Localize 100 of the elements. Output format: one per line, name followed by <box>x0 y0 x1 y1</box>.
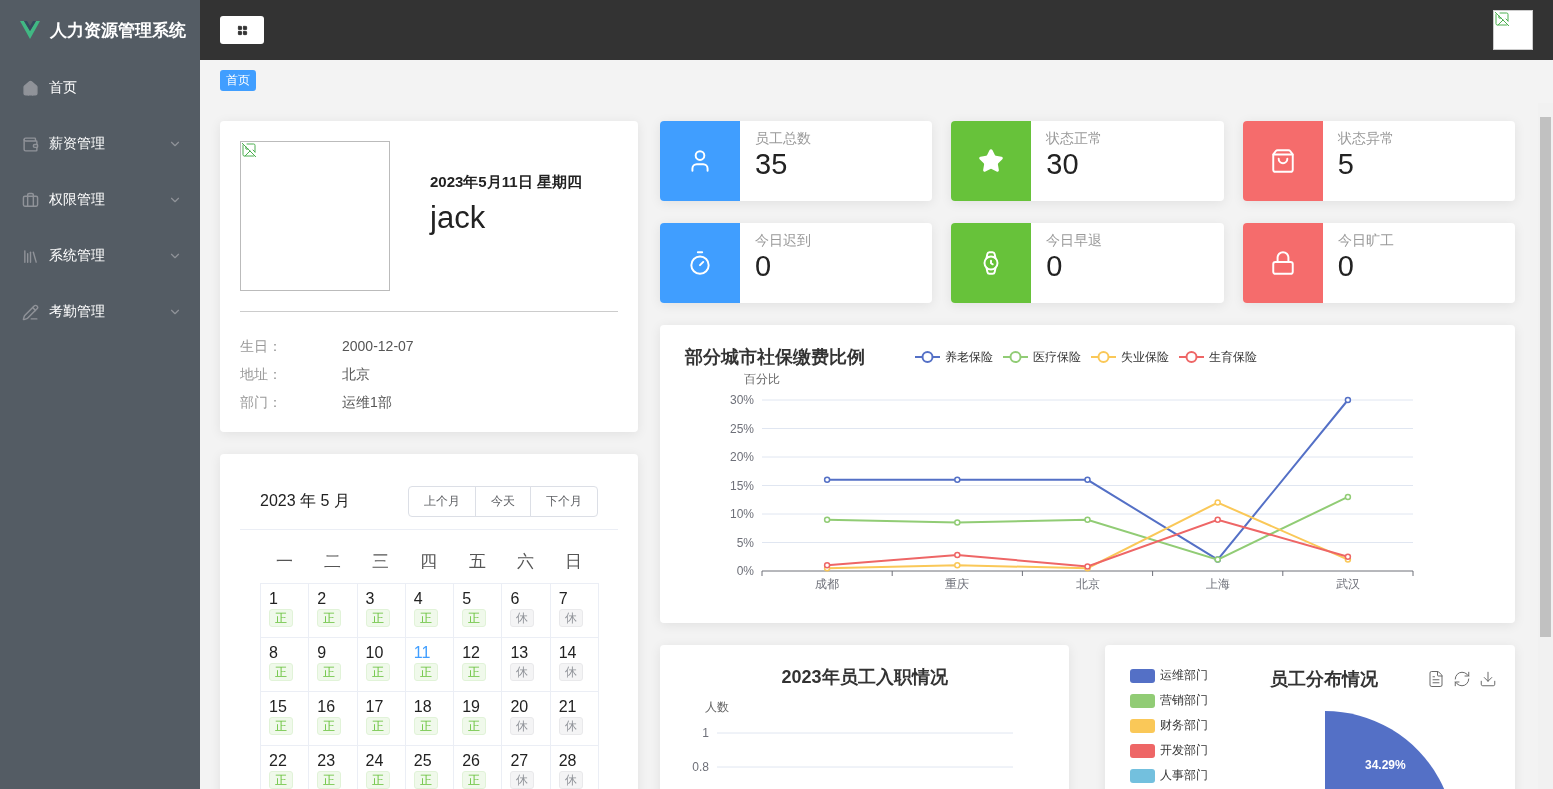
day-number: 20 <box>510 698 529 716</box>
date-text: 2023年5月11日 星期四 <box>430 172 582 192</box>
slice-label: 34.29% <box>1365 758 1406 772</box>
status-tag: 正 <box>365 717 390 735</box>
day-number: 16 <box>317 698 336 716</box>
day-number: 12 <box>462 644 480 662</box>
status-tag: 休 <box>510 663 535 681</box>
status-tag: 正 <box>269 663 293 681</box>
axis-label: 百分比 <box>744 372 780 386</box>
status-tag: 正 <box>413 771 438 789</box>
stat-value: 5 <box>1337 148 1355 181</box>
status-tag: 正 <box>317 663 342 681</box>
day-number: 14 <box>558 644 577 662</box>
field-label: 生日： <box>240 338 283 356</box>
status-tag: 正 <box>413 663 438 681</box>
status-tag: 正 <box>317 609 342 627</box>
status-tag: 休 <box>558 663 583 681</box>
status-tag: 正 <box>317 717 342 735</box>
day-number: 7 <box>558 590 568 608</box>
field-value: 运维1部 <box>342 394 392 412</box>
weekday-label: 一 <box>274 551 294 573</box>
stat-value: 0 <box>1337 250 1355 283</box>
tick-label: 15% <box>729 478 754 493</box>
day-number: 22 <box>269 752 287 770</box>
tick-label: 25% <box>729 421 754 436</box>
stat-value: 0 <box>755 250 773 283</box>
status-tag: 正 <box>462 717 487 735</box>
stat-label: 状态异常 <box>1337 130 1394 148</box>
status-tag: 休 <box>510 609 535 627</box>
tick-label: 30% <box>729 393 754 407</box>
weekday-label: 四 <box>419 551 439 573</box>
status-tag: 休 <box>558 609 583 627</box>
status-tag: 正 <box>462 771 487 789</box>
status-tag: 正 <box>269 717 293 735</box>
day-number: 10 <box>365 644 384 662</box>
status-tag: 休 <box>558 717 583 735</box>
status-tag: 休 <box>510 717 535 735</box>
tick-label: 武汉 <box>1335 577 1360 591</box>
stat-label: 今日旷工 <box>1337 232 1394 250</box>
day-number: 17 <box>365 698 384 716</box>
chart-title: 员工分布情况 <box>1270 668 1378 691</box>
day-number: 27 <box>510 752 529 770</box>
field-value: 北京 <box>342 366 370 384</box>
chart-title: 2023年员工入职情况 <box>781 666 948 689</box>
weekday-label: 日 <box>564 551 584 573</box>
stat-value: 0 <box>1046 250 1064 283</box>
tick-label: 0% <box>736 564 754 578</box>
status-tag: 正 <box>317 771 342 789</box>
weekday-label: 五 <box>467 551 487 573</box>
field-label: 部门： <box>240 394 283 412</box>
day-number: 13 <box>510 644 529 662</box>
day-number: 5 <box>462 590 472 608</box>
app-title: 人力资源管理系统 <box>50 19 186 42</box>
tick-label: 10% <box>729 507 754 521</box>
tick-label: 5% <box>736 535 754 550</box>
day-number: 28 <box>558 752 577 770</box>
tick-label: 上海 <box>1205 577 1230 591</box>
status-tag: 休 <box>510 771 535 789</box>
weekday-label: 三 <box>371 551 391 573</box>
status-tag: 正 <box>269 771 293 789</box>
day-number: 8 <box>269 644 278 662</box>
status-tag: 正 <box>413 717 438 735</box>
stat-value: 35 <box>755 148 789 181</box>
day-number: 11 <box>413 644 431 662</box>
day-number: 3 <box>365 590 375 608</box>
day-number: 4 <box>413 590 423 608</box>
status-tag: 正 <box>365 609 390 627</box>
day-number: 6 <box>510 590 520 608</box>
axis-label: 人数 <box>705 700 729 714</box>
day-number: 19 <box>462 698 480 716</box>
stat-value: 30 <box>1046 148 1080 181</box>
tick-label: 1 <box>702 726 709 740</box>
day-number: 9 <box>317 644 327 662</box>
tick-label: 重庆 <box>945 577 970 591</box>
status-tag: 正 <box>462 663 487 681</box>
stat-label: 员工总数 <box>755 130 811 148</box>
day-number: 15 <box>269 698 287 716</box>
day-number: 25 <box>413 752 432 770</box>
day-number: 21 <box>558 698 577 716</box>
field-label: 地址： <box>240 366 283 384</box>
status-tag: 正 <box>462 609 487 627</box>
status-tag: 正 <box>269 609 293 627</box>
chart-title: 部分城市社保缴费比例 <box>685 346 865 369</box>
day-number: 18 <box>413 698 432 716</box>
user-name: jack <box>430 199 487 236</box>
field-value: 2000-12-07 <box>342 338 414 356</box>
day-number: 1 <box>269 590 278 608</box>
stat-label: 今日迟到 <box>755 232 811 250</box>
weekday-label: 二 <box>322 551 342 573</box>
status-tag: 正 <box>365 663 390 681</box>
day-number: 23 <box>317 752 336 770</box>
day-number: 26 <box>462 752 480 770</box>
tick-label: 20% <box>729 450 754 464</box>
stat-label: 今日早退 <box>1046 232 1103 250</box>
tick-label: 0.8 <box>692 760 709 774</box>
tick-label: 北京 <box>1075 577 1100 591</box>
weekday-label: 六 <box>516 551 536 573</box>
tick-label: 成都 <box>815 577 840 591</box>
status-tag: 正 <box>413 609 438 627</box>
stat-label: 状态正常 <box>1046 130 1103 148</box>
